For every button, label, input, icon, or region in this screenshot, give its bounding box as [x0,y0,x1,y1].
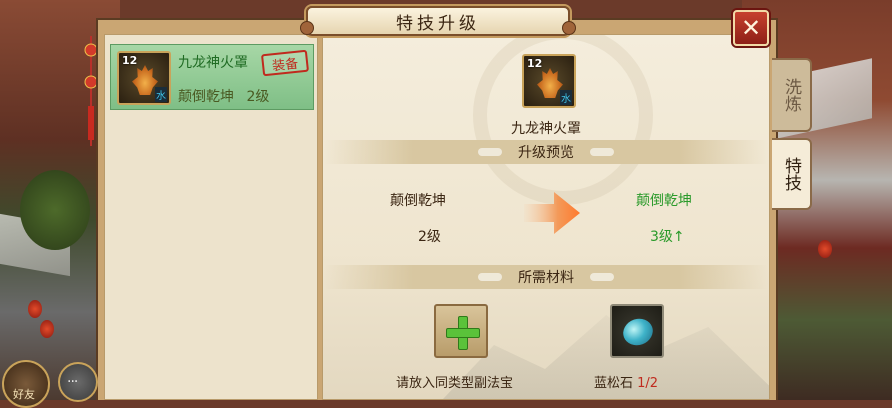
upgrade-preview-header: 升级预览 [324,140,768,164]
required-materials-title: 所需材料 [518,270,574,286]
turquoise-material-slot[interactable] [610,304,664,358]
title-ornament [300,21,314,35]
material-count: 1/2 [637,376,659,391]
close-icon: ✕ [740,14,762,42]
window-title: 特技升级 [396,13,480,34]
turquoise-stone-icon [619,314,657,350]
add-secondary-treasure-slot[interactable] [434,304,488,358]
upgrade-preview-title: 升级预览 [518,145,574,161]
arrow-right-icon [524,192,580,234]
equipment-skill-line: 颠倒乾坤 2级 [178,86,269,106]
tab-refine-label: 洗炼 [781,78,801,112]
window-title-bar: 特技升级 [300,6,576,36]
equipment-name: 九龙神火罩 [178,55,248,71]
cloud-ornament [478,148,502,156]
material-name: 蓝松石 [594,376,634,391]
next-skill-name: 颠倒乾坤 [636,193,692,209]
secondary-treasure-label: 请放入同类型副法宝 [396,376,514,391]
close-button[interactable]: ✕ [733,10,769,46]
lantern-decoration [28,300,42,318]
tab-special-skill[interactable]: 特技 [772,138,812,210]
current-skill-name: 颠倒乾坤 [390,193,446,209]
plus-icon [446,328,480,338]
tab-refine[interactable]: 洗炼 [772,58,812,132]
selected-equipment-name: 九龙神火罩 [511,121,581,137]
cloud-ornament [590,273,614,281]
tree-scenery [20,170,90,250]
title-ornament [562,21,576,35]
next-skill-level: 3级↑ [650,229,685,245]
item-level: 12 [122,54,138,67]
tab-special-skill-label: 特技 [781,157,801,191]
turquoise-label: 蓝松石 1/2 [594,372,658,391]
friends-button[interactable]: 好友 [2,360,50,408]
required-materials-header: 所需材料 [324,265,768,289]
cloud-ornament [590,148,614,156]
item-level: 12 [527,57,543,70]
element-badge: 水 [155,87,167,102]
lantern-decoration [40,320,54,338]
selected-equipment-icon: 12 水 [522,54,576,108]
equipment-icon-nine-dragon[interactable]: 12 水 [117,51,171,105]
current-skill-level: 2级 [418,229,441,245]
element-badge: 水 [560,90,572,105]
chat-bubble-icon: ··· [67,374,78,390]
lantern-decoration [818,240,832,258]
cloud-ornament [478,273,502,281]
chat-button[interactable]: ··· [58,362,98,402]
equipment-skill-name: 颠倒乾坤 [178,89,234,105]
equipment-skill-level: 2级 [246,89,270,105]
